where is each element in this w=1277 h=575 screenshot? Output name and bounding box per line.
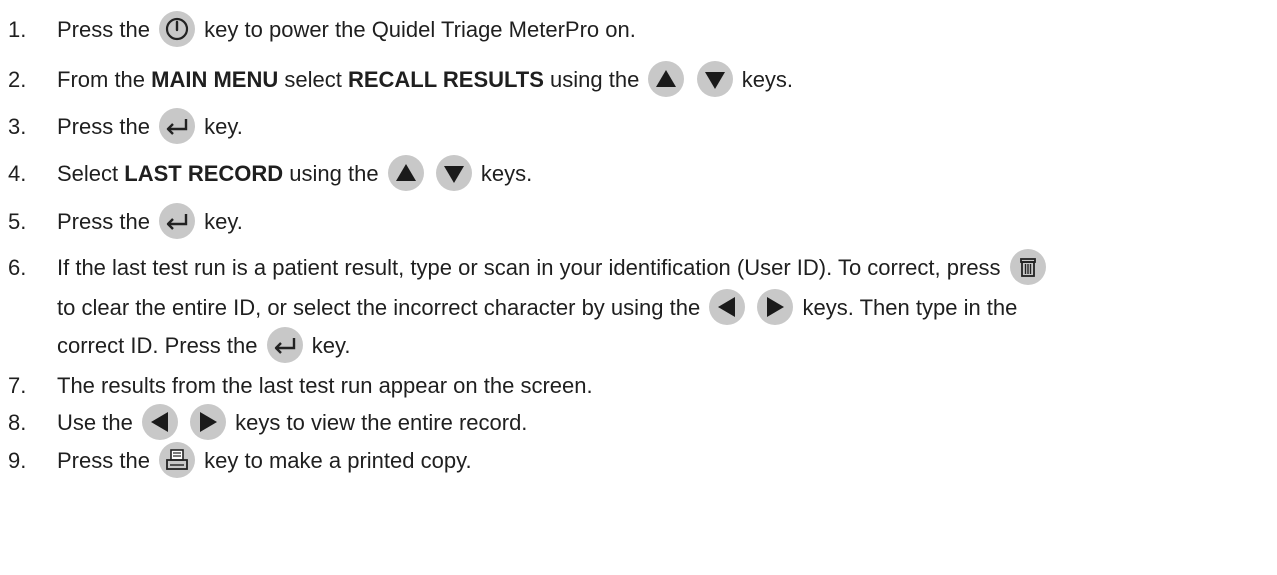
step-content: Press the key.	[57, 108, 243, 146]
left-arrow-icon	[141, 404, 178, 441]
step-text: to clear the entire ID, or select the in…	[57, 295, 707, 320]
step-text: key.	[305, 333, 351, 358]
step-text: key to make a printed copy.	[198, 448, 472, 473]
printer-icon	[159, 442, 196, 479]
step-number: 5.	[8, 209, 27, 234]
right-arrow-icon	[757, 289, 794, 326]
step-text: correct ID. Press the	[57, 333, 264, 358]
step-number: 7.	[8, 373, 27, 398]
step-text: Press the	[57, 448, 157, 473]
up-arrow-icon	[387, 155, 424, 192]
step-number: 4.	[8, 161, 27, 186]
step-text: keys.	[474, 161, 533, 186]
enter-icon	[159, 108, 196, 145]
step-number: 1.	[8, 17, 27, 42]
step-number: 6.	[8, 255, 27, 280]
step-text: keys. Then type in the	[796, 295, 1018, 320]
step-number: 3.	[8, 114, 27, 139]
step-content: The results from the last test run appea…	[57, 368, 593, 404]
step-text	[687, 67, 693, 92]
step-content: Press the key.	[57, 203, 243, 241]
menu-term: LAST RECORD	[124, 161, 284, 186]
step-text: select	[278, 67, 348, 92]
step-text: key.	[198, 114, 243, 139]
step-content: correct ID. Press the key.	[57, 327, 351, 365]
step-text: keys to view the entire record.	[229, 410, 528, 435]
right-arrow-icon	[190, 404, 227, 441]
step-text: From the	[57, 67, 152, 92]
trash-icon	[1009, 249, 1046, 286]
step-text: If the last test run is a patient result…	[57, 255, 1007, 280]
power-icon	[159, 11, 196, 48]
step-text	[181, 410, 187, 435]
enter-icon	[266, 327, 303, 364]
step-text: Select	[57, 161, 125, 186]
step-text: Press the	[57, 114, 157, 139]
step-text	[427, 161, 433, 186]
enter-icon	[159, 203, 196, 240]
step-text: using the	[283, 161, 385, 186]
down-arrow-icon	[435, 155, 472, 192]
step-text: The results from the last test run appea…	[57, 373, 593, 398]
step-text: Press the	[57, 209, 157, 234]
menu-term: RECALL RESULTS	[347, 67, 544, 92]
step-text	[748, 295, 754, 320]
step-number: 8.	[8, 410, 27, 435]
step-text: Press the	[57, 17, 157, 42]
step-content: If the last test run is a patient result…	[57, 249, 1049, 287]
menu-term: MAIN MENU	[151, 67, 279, 92]
step-text: Use the	[57, 410, 139, 435]
up-arrow-icon	[648, 61, 685, 98]
step-text: using the	[543, 67, 646, 92]
step-text: key to power the Quidel Triage MeterPro …	[198, 17, 636, 42]
step-content: Press the key to power the Quidel Triage…	[57, 11, 636, 49]
step-text: keys.	[735, 67, 794, 92]
step-content: From the MAIN MENU select RECALL RESULTS…	[57, 61, 794, 99]
step-text: key.	[198, 209, 243, 234]
step-content: to clear the entire ID, or select the in…	[57, 289, 1018, 327]
step-content: Press the key to make a printed copy.	[57, 442, 472, 480]
step-number: 9.	[8, 448, 27, 473]
down-arrow-icon	[696, 61, 733, 98]
step-content: Use the keys to view the entire record.	[57, 404, 528, 442]
step-number: 2.	[8, 67, 27, 92]
left-arrow-icon	[709, 289, 746, 326]
step-content: Select LAST RECORD using the keys.	[57, 155, 533, 193]
